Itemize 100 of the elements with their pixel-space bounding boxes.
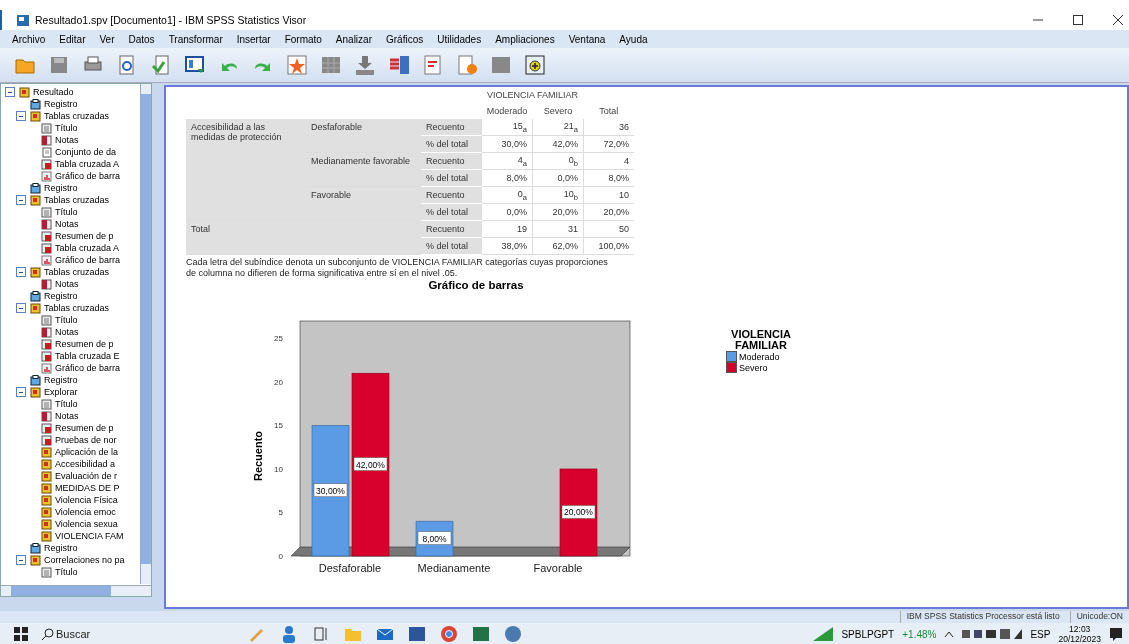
clock-date[interactable]: 20/12/2023 <box>1058 634 1101 644</box>
menu-item[interactable]: Datos <box>128 33 155 45</box>
collapse-toggle[interactable] <box>5 87 15 97</box>
outline-item[interactable]: Pruebas de nor <box>55 435 117 445</box>
outline-item[interactable]: Accesibilidad a <box>55 459 116 469</box>
outline-item[interactable]: Aplicación de la <box>55 447 119 457</box>
doc-play-icon[interactable] <box>456 54 478 76</box>
chart-icon <box>41 170 52 182</box>
collapse-toggle[interactable] <box>16 555 26 565</box>
vertical-scrollbar[interactable] <box>140 84 151 584</box>
search-field[interactable]: Buscar <box>54 627 168 641</box>
outline-item[interactable]: Resumen de p <box>55 339 114 349</box>
outline-item[interactable]: Título <box>55 567 78 577</box>
collapse-toggle[interactable] <box>16 303 26 313</box>
outline-item[interactable]: Registro <box>44 291 78 301</box>
notification-icon[interactable] <box>1109 627 1123 641</box>
table-cell: 0$_{a}$ <box>481 186 533 204</box>
outline-item[interactable]: Título <box>55 123 78 133</box>
menu-item[interactable]: Ayuda <box>619 33 648 45</box>
doc-edit-icon[interactable] <box>422 54 444 76</box>
outline-item[interactable]: Registro <box>44 183 78 193</box>
outline-item[interactable]: Resultado <box>33 87 74 97</box>
row-category-label: Desfaforable <box>311 122 363 132</box>
outline-item[interactable]: Violencia emoc <box>55 507 116 517</box>
menu-item[interactable]: Ventana <box>568 33 606 45</box>
outline-item[interactable]: Tablas cruzadas <box>44 111 110 121</box>
log-icon <box>30 182 41 194</box>
outline-item[interactable]: Notas <box>55 135 79 145</box>
menu-item[interactable]: Utilidades <box>437 33 482 45</box>
clock-time[interactable]: 12:03 <box>1069 624 1091 634</box>
outline-item[interactable]: Gráfico de barra <box>55 255 121 265</box>
outline-item[interactable]: Tabla cruzada A <box>55 159 120 169</box>
collapse-toggle[interactable] <box>16 267 26 277</box>
table-cell: 42,0% <box>532 135 584 153</box>
outline-item[interactable]: Título <box>55 315 78 325</box>
close-icon[interactable] <box>1113 15 1123 25</box>
outline-item[interactable]: MEDIDAS DE P <box>55 483 120 493</box>
menu-item[interactable]: Formato <box>284 33 322 45</box>
windows-icon[interactable] <box>14 627 28 641</box>
stock-change: +1.48% <box>902 628 937 640</box>
table-cell: 36 <box>583 119 634 136</box>
menu-item[interactable]: Archivo <box>12 33 46 45</box>
table-cell: 0$_{b}$ <box>532 152 584 170</box>
outline-item[interactable]: VIOLENCIA FAM <box>55 531 124 541</box>
outline-item[interactable]: Registro <box>44 543 78 553</box>
menu-item[interactable]: Ver <box>99 33 115 45</box>
horizontal-scrollbar[interactable] <box>1 585 151 596</box>
outline-item[interactable]: Notas <box>55 219 79 229</box>
outline-item[interactable]: Violencia sexua <box>55 519 118 529</box>
plus-window-icon[interactable] <box>524 54 546 76</box>
list-icon[interactable] <box>388 54 410 76</box>
outline-item[interactable]: Resumen de p <box>55 423 114 433</box>
menu-item[interactable]: Ampliaciones <box>495 33 555 45</box>
outline-item[interactable]: Tablas cruzadas <box>44 267 110 277</box>
outline-item[interactable]: Tablas cruzadas <box>44 195 110 205</box>
outline-item[interactable]: Tabla cruzada E <box>55 351 120 361</box>
save-icon[interactable] <box>48 54 70 76</box>
browser-icon[interactable] <box>440 625 458 643</box>
language-indicator[interactable]: ESP <box>1030 628 1051 640</box>
person-icon[interactable] <box>280 625 298 643</box>
grid-icon[interactable] <box>320 54 342 76</box>
outline-item[interactable]: Evaluación de r <box>55 471 118 481</box>
maximize-icon[interactable] <box>1073 15 1083 25</box>
outline-item[interactable]: Correlaciones no pa <box>44 555 125 565</box>
menu-item[interactable]: Insertar <box>236 33 271 45</box>
outline-item[interactable]: Tablas cruzadas <box>44 303 110 313</box>
outline-item[interactable]: Título <box>55 207 78 217</box>
outline-item[interactable]: Notas <box>55 411 79 421</box>
outline-item[interactable]: Registro <box>44 375 78 385</box>
insert-icon[interactable] <box>354 54 376 76</box>
outline-item[interactable]: Gráfico de barra <box>55 363 121 373</box>
legend-label: Moderado <box>739 351 780 362</box>
collapse-toggle[interactable] <box>16 195 26 205</box>
collapse-toggle[interactable] <box>16 387 26 397</box>
import-icon[interactable] <box>150 54 172 76</box>
stock-symbol[interactable]: SPBLPGPT <box>841 628 895 640</box>
chevron-up-icon[interactable] <box>944 630 955 638</box>
book-icon <box>30 266 41 278</box>
tray-icons-drawing[interactable] <box>962 628 1023 640</box>
stock-chart-icon <box>813 627 834 641</box>
task-view-icon[interactable] <box>312 625 330 643</box>
legend-label: Severo <box>739 362 768 373</box>
outline-item[interactable]: Resumen de p <box>55 231 114 241</box>
collapse-toggle[interactable] <box>16 111 26 121</box>
outline-item[interactable]: Explorar <box>44 387 78 397</box>
menu-item[interactable]: Gráficos <box>386 33 424 45</box>
outline-item[interactable]: Notas <box>55 327 79 337</box>
outline-item[interactable]: Violencia Física <box>55 495 118 505</box>
column-header: Severo <box>532 103 584 119</box>
menu-item[interactable]: Analizar <box>335 33 372 45</box>
outline-item[interactable]: Gráfico de barra <box>55 171 121 181</box>
outline-item[interactable]: Tabla cruzada A <box>55 243 120 253</box>
menu-item[interactable]: Transformar <box>168 33 223 45</box>
outline-item[interactable]: Registro <box>44 99 78 109</box>
menu-item[interactable]: Editar <box>59 33 86 45</box>
table-cell: 50 <box>583 220 634 238</box>
notes-icon <box>41 218 52 230</box>
outline-item[interactable]: Notas <box>55 279 79 289</box>
outline-item[interactable]: Título <box>55 399 78 409</box>
outline-item[interactable]: Conjunto de da <box>55 147 117 157</box>
